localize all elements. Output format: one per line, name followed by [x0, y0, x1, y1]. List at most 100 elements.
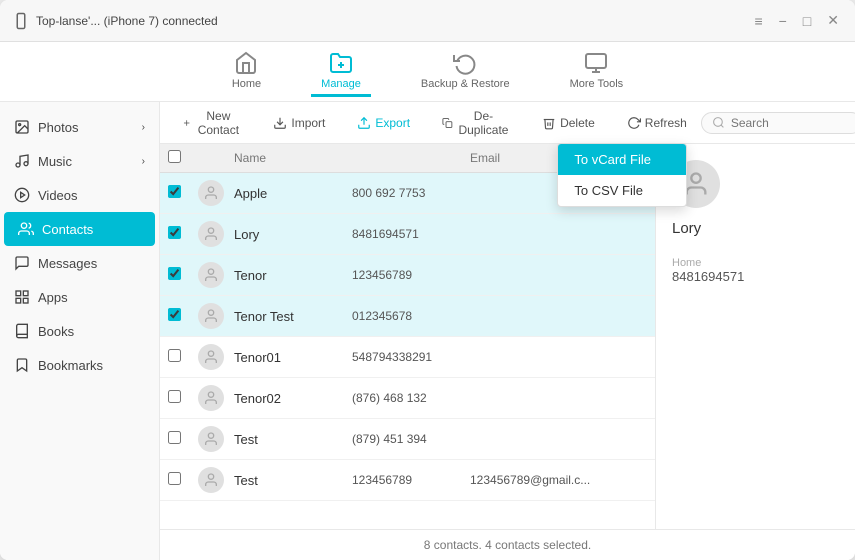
select-all-checkbox[interactable] — [168, 150, 181, 163]
table-row[interactable]: Tenor 123456789 — [160, 255, 655, 296]
contact-list-area: Name Email Apple 800 692 7753 — [160, 144, 855, 529]
row-checkbox[interactable] — [168, 472, 181, 485]
sidebar-item-videos[interactable]: Videos — [0, 178, 159, 212]
table-row[interactable]: Test 123456789 123456789@gmail.c... — [160, 460, 655, 501]
import-button[interactable]: Import — [263, 111, 335, 135]
close-button[interactable]: ✕ — [823, 10, 843, 31]
nav-backup-label: Backup & Restore — [421, 78, 510, 90]
export-vcard[interactable]: To vCard File — [558, 144, 686, 175]
sidebar-item-photos[interactable]: Photos › — [0, 110, 159, 144]
tools-icon — [584, 51, 608, 75]
sidebar-item-apps[interactable]: Apps — [0, 280, 159, 314]
row-check — [168, 308, 198, 324]
minimize-button[interactable]: − — [775, 11, 791, 31]
search-box — [701, 112, 855, 134]
deduplicate-label: De-Duplicate — [457, 109, 510, 137]
export-dropdown: To vCard File To CSV File — [557, 143, 687, 207]
row-checkbox[interactable] — [168, 349, 181, 362]
row-name: Apple — [230, 186, 352, 201]
row-avatar — [198, 262, 230, 288]
contacts-label: Contacts — [42, 222, 93, 237]
nav-tools[interactable]: More Tools — [560, 47, 634, 97]
apps-icon — [14, 289, 30, 305]
books-label: Books — [38, 324, 74, 339]
header-check — [168, 150, 198, 166]
row-checkbox[interactable] — [168, 226, 181, 239]
apps-label: Apps — [38, 290, 68, 305]
row-check — [168, 226, 198, 242]
status-bar: 8 contacts. 4 contacts selected. — [160, 529, 855, 560]
home-icon — [234, 51, 258, 75]
contacts-icon — [18, 221, 34, 237]
row-checkbox[interactable] — [168, 267, 181, 280]
row-checkbox[interactable] — [168, 390, 181, 403]
backup-icon — [453, 51, 477, 75]
bookmarks-icon — [14, 357, 30, 373]
table-row[interactable]: Lory 8481694571 — [160, 214, 655, 255]
photos-arrow: › — [142, 122, 145, 133]
photos-icon — [14, 119, 30, 135]
messages-label: Messages — [38, 256, 97, 271]
title-bar-controls: ≡ − □ ✕ — [750, 10, 843, 31]
sidebar-item-contacts[interactable]: Contacts — [4, 212, 155, 246]
books-icon — [14, 323, 30, 339]
row-check — [168, 431, 198, 447]
row-name: Tenor01 — [230, 350, 352, 365]
phone-icon — [12, 12, 30, 30]
sidebar-item-books[interactable]: Books — [0, 314, 159, 348]
row-phone: 123456789 — [352, 268, 470, 282]
row-name: Test — [230, 473, 352, 488]
table-row[interactable]: Tenor02 (876) 468 132 — [160, 378, 655, 419]
nav-backup[interactable]: Backup & Restore — [411, 47, 520, 97]
detail-phone-value: 8481694571 — [672, 269, 839, 284]
new-contact-label: New Contact — [195, 109, 241, 137]
table-row[interactable]: Tenor Test 012345678 — [160, 296, 655, 337]
maximize-button[interactable]: □ — [799, 11, 815, 31]
row-avatar — [198, 344, 230, 370]
sidebar-item-music[interactable]: Music › — [0, 144, 159, 178]
nav-manage-label: Manage — [321, 78, 361, 90]
music-icon — [14, 153, 30, 169]
detail-phone-label: Home — [672, 257, 839, 269]
sidebar-item-bookmarks[interactable]: Bookmarks — [0, 348, 159, 382]
detail-name: Lory — [672, 220, 839, 237]
deduplicate-icon — [442, 116, 453, 130]
row-checkbox[interactable] — [168, 431, 181, 444]
export-button[interactable]: Export — [347, 111, 420, 135]
export-label: Export — [375, 116, 410, 130]
plus-icon — [182, 116, 191, 130]
title-bar-left: Top-lanse'... (iPhone 7) connected — [12, 12, 218, 30]
nav-manage[interactable]: Manage — [311, 47, 371, 97]
sidebar-item-messages[interactable]: Messages — [0, 246, 159, 280]
delete-icon — [542, 116, 556, 130]
manage-icon — [329, 51, 353, 75]
import-icon — [273, 116, 287, 130]
row-avatar — [198, 385, 230, 411]
export-container: Export To vCard File To CSV File — [347, 111, 420, 135]
row-phone: 548794338291 — [352, 350, 470, 364]
refresh-label: Refresh — [645, 116, 687, 130]
row-checkbox[interactable] — [168, 308, 181, 321]
refresh-button[interactable]: Refresh — [617, 111, 697, 135]
videos-label: Videos — [38, 188, 78, 203]
row-check — [168, 472, 198, 488]
new-contact-button[interactable]: New Contact — [172, 104, 251, 142]
delete-button[interactable]: Delete — [532, 111, 605, 135]
menu-button[interactable]: ≡ — [750, 11, 766, 31]
nav-home[interactable]: Home — [222, 47, 271, 97]
bookmarks-label: Bookmarks — [38, 358, 103, 373]
row-check — [168, 267, 198, 283]
status-text: 8 contacts. 4 contacts selected. — [424, 538, 591, 552]
row-avatar — [198, 303, 230, 329]
nav-home-label: Home — [232, 78, 261, 90]
deduplicate-button[interactable]: De-Duplicate — [432, 104, 520, 142]
row-avatar — [198, 467, 230, 493]
table-row[interactable]: Tenor01 548794338291 — [160, 337, 655, 378]
search-input[interactable] — [731, 116, 851, 130]
row-avatar — [198, 426, 230, 452]
row-checkbox[interactable] — [168, 185, 181, 198]
table-row[interactable]: Test (879) 451 394 — [160, 419, 655, 460]
main-content: Photos › Music › Videos Contacts Message… — [0, 102, 855, 560]
row-email: 123456789@gmail.c... — [470, 473, 647, 487]
export-csv[interactable]: To CSV File — [558, 175, 686, 206]
